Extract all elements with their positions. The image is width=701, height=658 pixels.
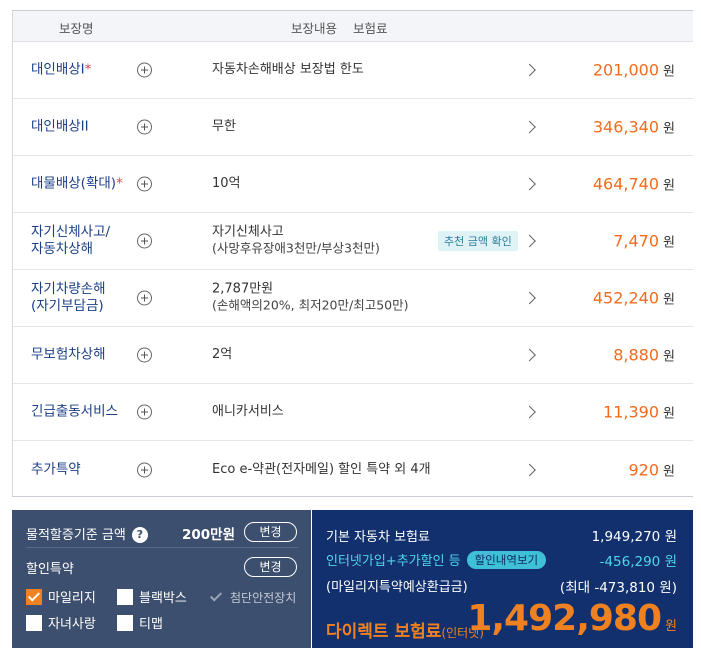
coverage-desc: 애니카서비스: [212, 404, 284, 419]
checkbox-icon[interactable]: [117, 615, 133, 631]
coverage-name[interactable]: 추가특약: [31, 461, 81, 478]
table-header: 보장명 보장내용 보험료: [13, 11, 693, 42]
table-row[interactable]: 대물배상(확대)* 10억 464,740 원: [13, 156, 693, 213]
child-checkbox[interactable]: 자녀사랑: [26, 615, 96, 634]
premium-value: 346,340 원: [592, 117, 675, 137]
plus-circle-icon[interactable]: [137, 290, 152, 306]
plus-circle-icon[interactable]: [137, 176, 152, 192]
basic-premium-value: 1,949,270 원: [591, 529, 677, 545]
chevron-right-icon[interactable]: [523, 177, 536, 191]
header-coverage-content: 보장내용: [291, 21, 338, 36]
plus-circle-icon[interactable]: [137, 347, 152, 363]
coverage-desc: 2,787만원 (손해액의20%, 최저20만/최고50만): [212, 281, 409, 313]
table-row[interactable]: 자기신체사고/자동차상해 자기신체사고 (사망후유장애3천만/부상3천만) 추천 …: [13, 213, 693, 270]
plus-circle-icon[interactable]: [137, 233, 152, 249]
coverage-desc: 자동차손해배상 보장법 한도: [212, 62, 364, 77]
property-threshold-label: 물적할증기준 금액: [26, 528, 126, 543]
mileage-refund-value: (최대 -473,810 원): [559, 580, 677, 596]
summary-panel: 물적할증기준 금액? 200만원 변경 할인특약 변경 마일리지 블랙박스 첨단…: [12, 510, 693, 648]
help-icon[interactable]: ?: [131, 527, 148, 543]
premium-value: 920 원: [628, 460, 675, 479]
final-premium-label: 다이렉트 보험료(인터넷): [326, 622, 484, 642]
discount-option-label: 할인특약: [26, 562, 74, 577]
table-row[interactable]: 대인배상II 무한 346,340 원: [13, 99, 693, 156]
premium-value: 201,000 원: [592, 60, 675, 80]
coverage-name[interactable]: 자기신체사고/자동차상해: [31, 224, 110, 258]
table-row[interactable]: 추가특약 Eco e-약관(전자메일) 할인 특약 외 4개 920 원: [13, 441, 693, 498]
table-row[interactable]: 대인배상I* 자동차손해배상 보장법 한도 201,000 원: [13, 42, 693, 99]
chevron-right-icon[interactable]: [523, 234, 536, 248]
checkbox-icon[interactable]: [26, 615, 42, 631]
table-row[interactable]: 긴급출동서비스 애니카서비스 11,390 원: [13, 384, 693, 441]
chevron-right-icon[interactable]: [523, 120, 536, 134]
mileage-refund-label: (마일리지특약예상환급금): [326, 580, 468, 595]
checkbox-disabled-icon: [208, 589, 224, 605]
options-panel: 물적할증기준 금액? 200만원 변경 할인특약 변경 마일리지 블랙박스 첨단…: [12, 510, 311, 648]
header-coverage-name: 보장명: [59, 21, 94, 36]
plus-circle-icon[interactable]: [137, 119, 152, 135]
plus-circle-icon[interactable]: [137, 404, 152, 420]
property-threshold-row: 물적할증기준 금액? 200만원 변경: [26, 520, 298, 548]
premium-value: 452,240 원: [592, 288, 675, 308]
chevron-right-icon[interactable]: [523, 63, 536, 77]
coverage-name[interactable]: 대인배상II: [31, 119, 89, 136]
coverage-name[interactable]: 대물배상(확대)*: [31, 176, 123, 193]
premium-value: 11,390 원: [603, 402, 675, 422]
discount-label: 인터넷가입+추가할인 등 할인내역보기: [326, 550, 547, 569]
checkbox-checked-icon[interactable]: [26, 589, 42, 605]
chevron-right-icon[interactable]: [523, 405, 536, 419]
coverage-name[interactable]: 무보험차상해: [31, 347, 106, 364]
property-threshold-amount: 200만원: [182, 527, 236, 543]
plus-circle-icon[interactable]: [137, 62, 152, 78]
premium-value: 464,740 원: [592, 174, 675, 194]
chevron-right-icon[interactable]: [523, 463, 536, 476]
safety-device-checkbox: 첨단안전장치: [208, 589, 296, 607]
discount-value: -456,290 원: [599, 554, 677, 570]
recommend-amount-button[interactable]: 추천 금액 확인: [438, 231, 518, 251]
checkbox-icon[interactable]: [117, 589, 133, 605]
chevron-right-icon[interactable]: [523, 348, 536, 362]
blackbox-checkbox[interactable]: 블랙박스: [117, 589, 187, 608]
coverage-name[interactable]: 대인배상I*: [31, 62, 91, 79]
coverage-desc: 10억: [212, 176, 241, 191]
discount-detail-button[interactable]: 할인내역보기: [466, 551, 547, 569]
basic-premium-label: 기본 자동차 보험료: [326, 530, 430, 545]
chevron-right-icon[interactable]: [523, 291, 536, 305]
coverage-name[interactable]: 긴급출동서비스: [31, 404, 118, 421]
final-premium-value: 1,492,980 원: [467, 598, 677, 639]
coverage-desc: 자기신체사고 (사망후유장애3천만/부상3천만): [212, 224, 380, 256]
header-premium: 보험료: [353, 21, 388, 36]
coverage-desc: 2억: [212, 347, 233, 362]
table-row[interactable]: 자기차량손해 (자기부담금) 2,787만원 (손해액의20%, 최저20만/최고5…: [13, 270, 693, 327]
coverage-table: 보장명 보장내용 보험료 대인배상I* 자동차손해배상 보장법 한도 201,0…: [12, 10, 693, 497]
discount-option-row: 할인특약 변경: [26, 554, 298, 578]
property-change-button[interactable]: 변경: [244, 522, 297, 542]
premium-value: 7,470 원: [613, 231, 675, 251]
premium-summary: 기본 자동차 보험료 1,949,270 원 인터넷가입+추가할인 등 할인내역보…: [312, 510, 693, 648]
discount-change-button[interactable]: 변경: [244, 557, 297, 577]
mileage-checkbox[interactable]: 마일리지: [26, 589, 96, 608]
table-row[interactable]: 무보험차상해 2억 8,880 원: [13, 327, 693, 384]
coverage-desc: Eco e-약관(전자메일) 할인 특약 외 4개: [212, 461, 431, 477]
plus-circle-icon[interactable]: [137, 462, 152, 477]
tmap-checkbox[interactable]: 티맵: [117, 615, 163, 634]
premium-value: 8,880 원: [613, 345, 675, 365]
coverage-name[interactable]: 자기차량손해 (자기부담금): [31, 281, 106, 315]
coverage-desc: 무한: [212, 119, 236, 134]
